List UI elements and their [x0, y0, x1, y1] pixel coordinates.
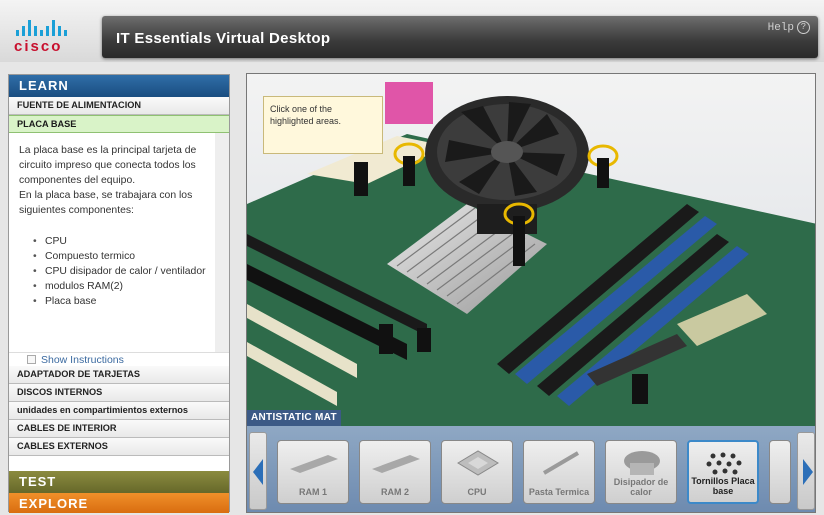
sidebar-item-adaptador[interactable]: ADAPTADOR DE TARJETAS — [9, 366, 229, 384]
scroll-right-arrow-icon[interactable] — [797, 432, 815, 510]
tray-item-thermal-paste[interactable]: Pasta Termica — [523, 440, 595, 504]
help-label: Help — [767, 21, 794, 34]
antistatic-mat-label: ANTISTATIC MAT — [247, 410, 341, 426]
sidebar-item-cables-externos[interactable]: CABLES EXTERNOS — [9, 438, 229, 456]
tray-item-heatsink[interactable]: Disipador de calor — [605, 440, 677, 504]
tray-item-label: Pasta Termica — [528, 487, 590, 497]
lesson-paragraph-1: La placa base es la principal tarjeta de… — [19, 145, 197, 186]
component-tray: RAM 1 RAM 2 CPU Pasta Termica Disipador … — [247, 426, 815, 512]
help-button[interactable]: Help ? — [768, 21, 810, 34]
list-item: Placa base — [19, 294, 207, 309]
screws-icon — [706, 452, 742, 475]
tray-item-label: RAM 1 — [298, 487, 327, 497]
app-title: IT Essentials Virtual Desktop — [116, 30, 331, 47]
ram-module-icon — [290, 455, 338, 473]
sidebar-item-fuente[interactable]: FUENTE DE ALIMENTACION — [9, 97, 229, 115]
title-bar: IT Essentials Virtual Desktop Help ? — [102, 16, 818, 58]
virtual-desktop-stage: Click one of the highlighted areas. ANTI… — [246, 73, 816, 513]
learn-section-header[interactable]: LEARN — [9, 75, 229, 97]
thermal-paste-icon — [542, 451, 580, 475]
io-ports — [385, 82, 433, 124]
tray-item-label: RAM 2 — [380, 487, 409, 497]
sidebar-item-cables-interior[interactable]: CABLES DE INTERIOR — [9, 420, 229, 438]
ram-module-icon — [372, 455, 420, 473]
tray-item-label: Tornillos Placa base — [691, 476, 755, 496]
tray-item-label: CPU — [467, 487, 487, 497]
scroll-left-arrow-icon[interactable] — [249, 432, 267, 510]
heatsink-fan-icon — [624, 451, 660, 475]
cisco-logo: cisco — [14, 20, 84, 56]
lesson-content: La placa base es la principal tarjeta de… — [9, 133, 229, 352]
show-instructions-label: Show Instructions — [41, 353, 124, 366]
list-item: CPU disipador de calor / ventilador — [19, 264, 207, 279]
logo-text: cisco — [14, 38, 63, 55]
lesson-paragraph-2: En la placa base, se trabajara con los s… — [19, 190, 193, 216]
checkbox-icon[interactable] — [27, 355, 36, 364]
tray-item-label: Disipador de calor — [613, 477, 669, 497]
show-instructions-toggle[interactable]: Show Instructions — [9, 352, 229, 366]
tray-item-cpu[interactable]: CPU — [441, 440, 513, 504]
cpu-chip-icon — [457, 450, 499, 476]
list-item: CPU — [19, 234, 207, 249]
tray-item-ram1[interactable]: RAM 1 — [277, 440, 349, 504]
tray-item-partial[interactable] — [769, 440, 791, 504]
help-icon: ? — [797, 21, 810, 34]
sidebar-item-unidades[interactable]: unidades en compartimientos externos — [9, 402, 229, 420]
tray-item-ram2[interactable]: RAM 2 — [359, 440, 431, 504]
instruction-tooltip: Click one of the highlighted areas. — [263, 96, 383, 154]
sidebar: LEARN FUENTE DE ALIMENTACION PLACA BASE … — [8, 74, 230, 513]
list-item: Compuesto termico — [19, 249, 207, 264]
test-section-header[interactable]: TEST — [9, 471, 229, 493]
sidebar-item-discos[interactable]: DISCOS INTERNOS — [9, 384, 229, 402]
component-list: CPU Compuesto termico CPU disipador de c… — [19, 234, 207, 309]
explore-section-header[interactable]: EXPLORE — [9, 493, 229, 513]
tray-item-screws[interactable]: Tornillos Placa base — [687, 440, 759, 504]
top-bar: cisco IT Essentials Virtual Desktop Help… — [0, 0, 824, 62]
list-item: modulos RAM(2) — [19, 279, 207, 294]
sidebar-item-placa-base[interactable]: PLACA BASE — [9, 115, 229, 133]
